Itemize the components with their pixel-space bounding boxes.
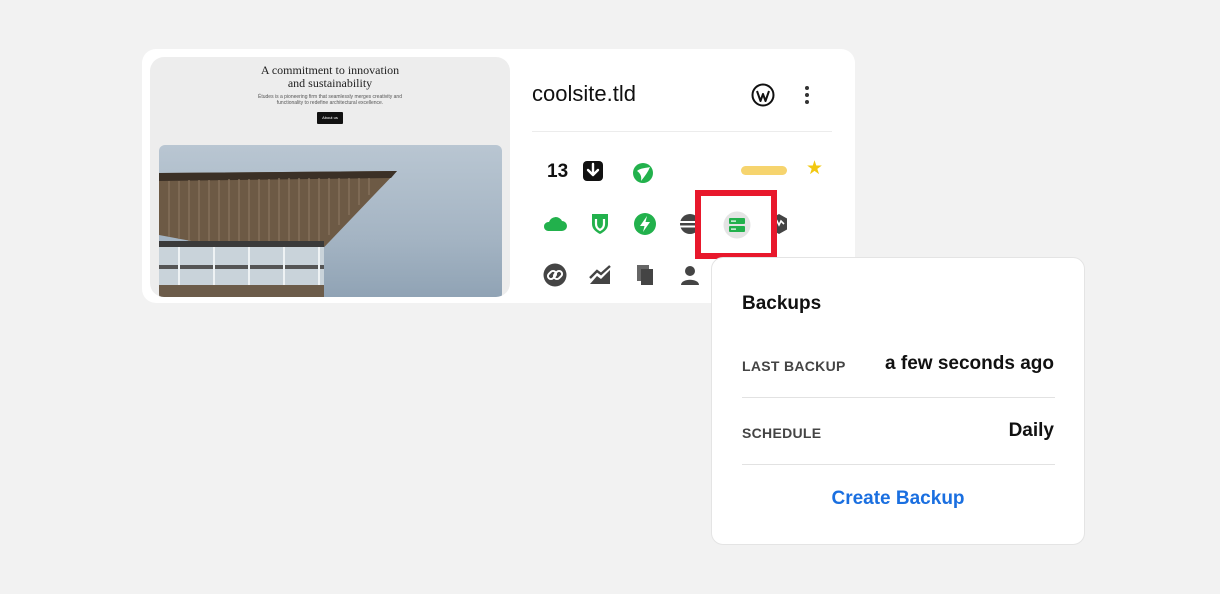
kebab-menu-icon[interactable] [799,84,815,106]
create-backup-button[interactable]: Create Backup [712,488,1084,510]
bolt-icon[interactable] [632,211,658,237]
server-icon-highlight [695,190,777,259]
chart-icon[interactable] [587,262,613,288]
popover-divider [742,397,1055,398]
user-icon[interactable] [677,262,703,288]
shield-icon[interactable] [587,210,613,236]
copy-icon[interactable] [632,262,658,288]
last-backup-label: LAST BACKUP [742,358,846,374]
popover-divider [742,464,1055,465]
backups-popover: Backups LAST BACKUP a few seconds ago SC… [711,257,1085,545]
thumbnail-body-line2: functionality to redefine architectural … [276,100,384,106]
site-thumbnail[interactable]: A commitment to innovation and sustainab… [150,57,510,297]
building-illustration [159,171,397,297]
thumbnail-body: Études is a pioneering firm that seamles… [240,94,420,106]
site-title[interactable]: coolsite.tld [532,81,636,107]
popover-title: Backups [742,293,822,314]
last-backup-value: a few seconds ago [885,353,1054,374]
thumbnail-heading-line2: and sustainability [287,76,373,90]
leaf-icon[interactable] [630,160,656,186]
schedule-label: SCHEDULE [742,425,822,441]
thumbnail-heading: A commitment to innovation and sustainab… [150,64,510,90]
download-icon[interactable] [580,158,606,184]
schedule-value: Daily [1008,420,1054,441]
link-icon[interactable] [542,262,568,288]
wordpress-icon[interactable] [751,83,775,107]
cloud-icon[interactable] [542,211,568,237]
thumbnail-about-button: About us [317,112,343,124]
thumbnail-building-photo [159,145,502,297]
updates-count: 13 [547,161,569,182]
star-icon[interactable]: ★ [806,159,823,179]
progress-pill [741,166,787,175]
card-divider [532,131,832,132]
